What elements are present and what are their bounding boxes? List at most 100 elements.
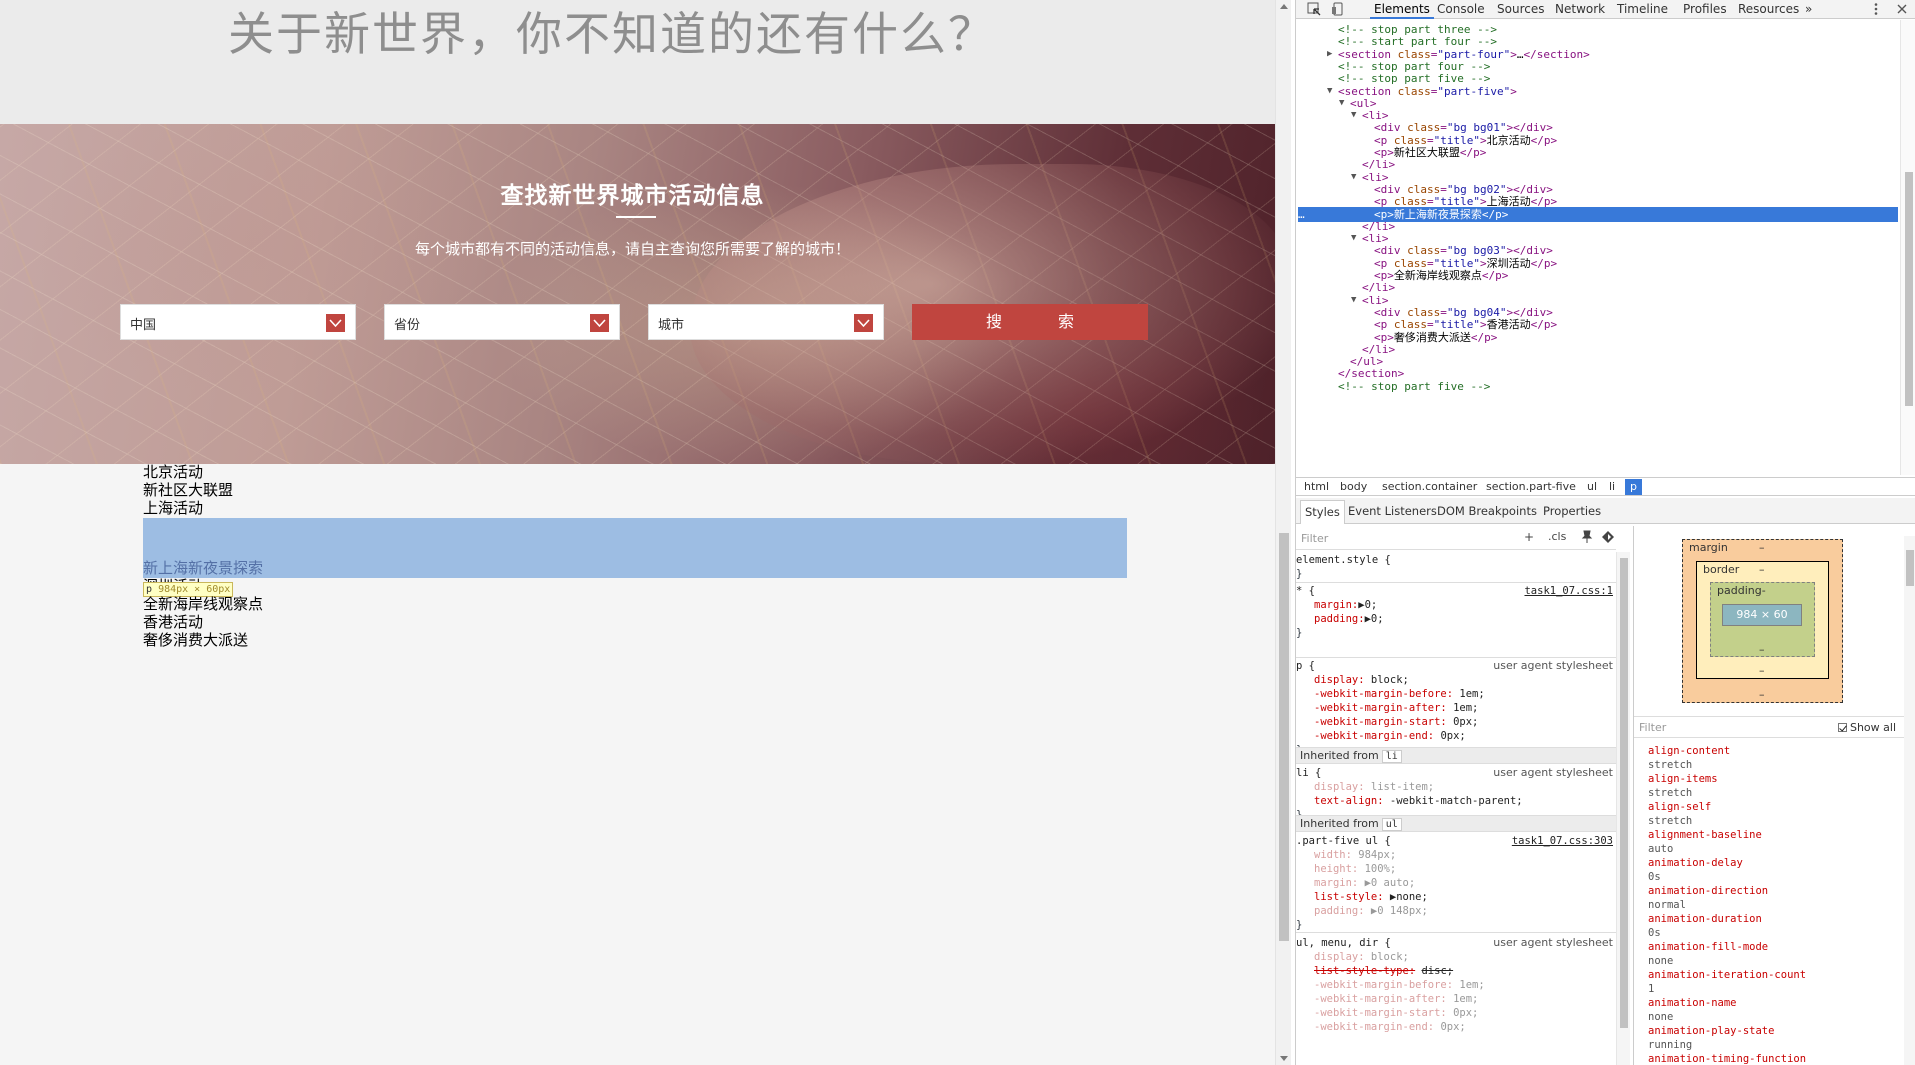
rule-selector[interactable]: element.style { bbox=[1296, 553, 1616, 567]
css-declaration[interactable]: -webkit-margin-after: 1em; bbox=[1296, 701, 1616, 715]
tab-event-listeners[interactable]: Event Listeners bbox=[1348, 504, 1437, 518]
css-declaration[interactable]: text-align: -webkit-match-parent; bbox=[1296, 794, 1616, 808]
tab-styles[interactable]: Styles bbox=[1300, 500, 1345, 524]
pin-icon[interactable] bbox=[1581, 530, 1593, 547]
tab-profiles[interactable]: Profiles bbox=[1683, 2, 1727, 16]
css-declaration[interactable]: -webkit-margin-before: 1em; bbox=[1296, 978, 1616, 992]
collapse-triangle-icon[interactable]: ▶ bbox=[1327, 47, 1332, 62]
elements-scrollbar[interactable] bbox=[1900, 20, 1915, 475]
box-model-value[interactable]: – bbox=[1759, 688, 1765, 701]
styles-scrollbar[interactable] bbox=[1616, 552, 1630, 1065]
property-value[interactable]: ▶0; bbox=[1365, 613, 1384, 625]
color-format-icon[interactable] bbox=[1601, 530, 1615, 547]
box-model-value[interactable]: – bbox=[1759, 563, 1765, 576]
css-declaration[interactable]: margin: ▶0 auto; bbox=[1296, 876, 1616, 890]
search-button[interactable]: 搜 索 bbox=[912, 304, 1148, 340]
breadcrumb-item[interactable]: body bbox=[1340, 480, 1367, 493]
province-select[interactable]: 省份 bbox=[384, 304, 620, 340]
css-declaration[interactable]: padding: ▶0 148px; bbox=[1296, 904, 1616, 918]
css-declaration[interactable]: -webkit-margin-after: 1em; bbox=[1296, 992, 1616, 1006]
tab-resources[interactable]: Resources bbox=[1738, 2, 1799, 16]
inherited-tag[interactable]: li bbox=[1381, 750, 1402, 763]
css-declaration[interactable]: display: list-item; bbox=[1296, 780, 1616, 794]
expand-triangle-icon[interactable]: ▼ bbox=[1351, 170, 1356, 185]
rule-source-link[interactable]: task1_07.css:1 bbox=[1524, 584, 1613, 598]
computed-property-name[interactable]: animation-delay bbox=[1648, 856, 1898, 870]
breadcrumb-item-selected[interactable]: p bbox=[1625, 479, 1642, 495]
scroll-down-icon[interactable] bbox=[1280, 1056, 1288, 1061]
tab-console[interactable]: Console bbox=[1437, 2, 1485, 16]
computed-property-name[interactable]: animation-direction bbox=[1648, 884, 1898, 898]
computed-property-name[interactable]: animation-play-state bbox=[1648, 1024, 1898, 1038]
property-value[interactable]: ▶0; bbox=[1358, 599, 1377, 611]
add-rule-button[interactable]: + bbox=[1524, 530, 1534, 544]
expand-triangle-icon[interactable]: ▼ bbox=[1351, 108, 1356, 123]
breadcrumb-item[interactable]: ul bbox=[1587, 480, 1597, 493]
box-model-value[interactable]: – bbox=[1759, 664, 1765, 677]
expand-triangle-icon[interactable]: ▼ bbox=[1339, 96, 1344, 111]
computed-property-name[interactable]: animation-duration bbox=[1648, 912, 1898, 926]
rule-source-link[interactable]: task1_07.css:303 bbox=[1512, 834, 1613, 848]
ellipsis-icon[interactable]: … bbox=[1298, 207, 1305, 222]
chevron-down-icon[interactable] bbox=[854, 314, 873, 332]
inherited-tag[interactable]: ul bbox=[1381, 818, 1402, 831]
css-declaration[interactable]: -webkit-margin-before: 1em; bbox=[1296, 687, 1616, 701]
chevron-down-icon[interactable] bbox=[590, 314, 609, 332]
css-declaration[interactable]: list-style: ▶none; bbox=[1296, 890, 1616, 904]
styles-filter-input[interactable]: Filter bbox=[1301, 532, 1328, 545]
css-declaration[interactable]: -webkit-margin-end: 0px; bbox=[1296, 1020, 1616, 1034]
css-declaration[interactable]: -webkit-margin-start: 0px; bbox=[1296, 1006, 1616, 1020]
box-model-content[interactable]: 984 × 60 bbox=[1722, 604, 1802, 626]
city-select[interactable]: 城市 bbox=[648, 304, 884, 340]
country-select[interactable]: 中国 bbox=[120, 304, 356, 340]
breadcrumb-item[interactable]: html bbox=[1304, 480, 1329, 493]
show-all-checkbox[interactable]: Show all bbox=[1837, 721, 1896, 734]
tab-dom-breakpoints[interactable]: DOM Breakpoints bbox=[1437, 504, 1537, 518]
tab-sources[interactable]: Sources bbox=[1497, 2, 1544, 16]
inspect-element-icon[interactable] bbox=[1306, 1, 1322, 17]
computed-property-name[interactable]: align-items bbox=[1648, 772, 1898, 786]
box-model-value[interactable]: – bbox=[1759, 541, 1765, 554]
breadcrumb-item[interactable]: section.container bbox=[1382, 480, 1477, 493]
expand-triangle-icon[interactable]: ▼ bbox=[1351, 293, 1356, 308]
tab-properties[interactable]: Properties bbox=[1543, 504, 1601, 518]
computed-property-name[interactable]: align-self bbox=[1648, 800, 1898, 814]
tab-network[interactable]: Network bbox=[1555, 2, 1605, 16]
css-declaration[interactable]: -webkit-margin-start: 0px; bbox=[1296, 715, 1616, 729]
computed-property-name[interactable]: animation-name bbox=[1648, 996, 1898, 1010]
chevron-down-icon[interactable] bbox=[326, 314, 345, 332]
breadcrumb-item[interactable]: li bbox=[1609, 480, 1615, 493]
css-declaration[interactable]: list-style-type: disc; bbox=[1296, 964, 1616, 978]
computed-property-name[interactable]: animation-iteration-count bbox=[1648, 968, 1898, 982]
css-declaration[interactable]: -webkit-margin-end: 0px; bbox=[1296, 729, 1616, 743]
close-icon[interactable] bbox=[1894, 1, 1910, 17]
computed-property-name[interactable]: alignment-baseline bbox=[1648, 828, 1898, 842]
expand-triangle-icon[interactable]: ▼ bbox=[1327, 84, 1332, 99]
css-declaration[interactable]: height: 100%; bbox=[1296, 862, 1616, 876]
scroll-up-icon[interactable] bbox=[1280, 4, 1288, 9]
more-options-icon[interactable] bbox=[1868, 1, 1884, 17]
property-name[interactable]: margin: bbox=[1314, 599, 1358, 611]
property-name[interactable]: padding: bbox=[1314, 613, 1365, 625]
cls-toggle-button[interactable]: .cls bbox=[1548, 530, 1566, 543]
computed-property-name[interactable]: animation-fill-mode bbox=[1648, 940, 1898, 954]
expand-triangle-icon[interactable]: ▼ bbox=[1351, 231, 1356, 246]
css-declaration[interactable]: display: block; bbox=[1296, 673, 1616, 687]
scrollbar-thumb[interactable] bbox=[1905, 172, 1913, 406]
checkbox-icon[interactable] bbox=[1837, 723, 1847, 732]
tab-elements[interactable]: Elements bbox=[1370, 2, 1434, 19]
computed-property-name[interactable]: align-content bbox=[1648, 744, 1898, 758]
css-declaration[interactable]: display: block; bbox=[1296, 950, 1616, 964]
scrollbar-thumb[interactable] bbox=[1279, 533, 1289, 941]
computed-property-name[interactable]: animation-timing-function bbox=[1648, 1052, 1898, 1065]
more-tabs-icon[interactable]: » bbox=[1805, 2, 1812, 16]
scrollbar-thumb[interactable] bbox=[1906, 550, 1914, 586]
device-mode-icon[interactable] bbox=[1330, 1, 1346, 17]
box-model-value[interactable]: – bbox=[1759, 643, 1765, 656]
computed-filter-input[interactable]: Filter bbox=[1639, 721, 1666, 734]
scrollbar-thumb[interactable] bbox=[1620, 558, 1628, 1028]
page-scrollbar[interactable] bbox=[1275, 0, 1291, 1065]
computed-scrollbar[interactable] bbox=[1904, 536, 1915, 1065]
styles-filter[interactable]: Filter + .cls bbox=[1296, 526, 1616, 550]
css-declaration[interactable]: width: 984px; bbox=[1296, 848, 1616, 862]
